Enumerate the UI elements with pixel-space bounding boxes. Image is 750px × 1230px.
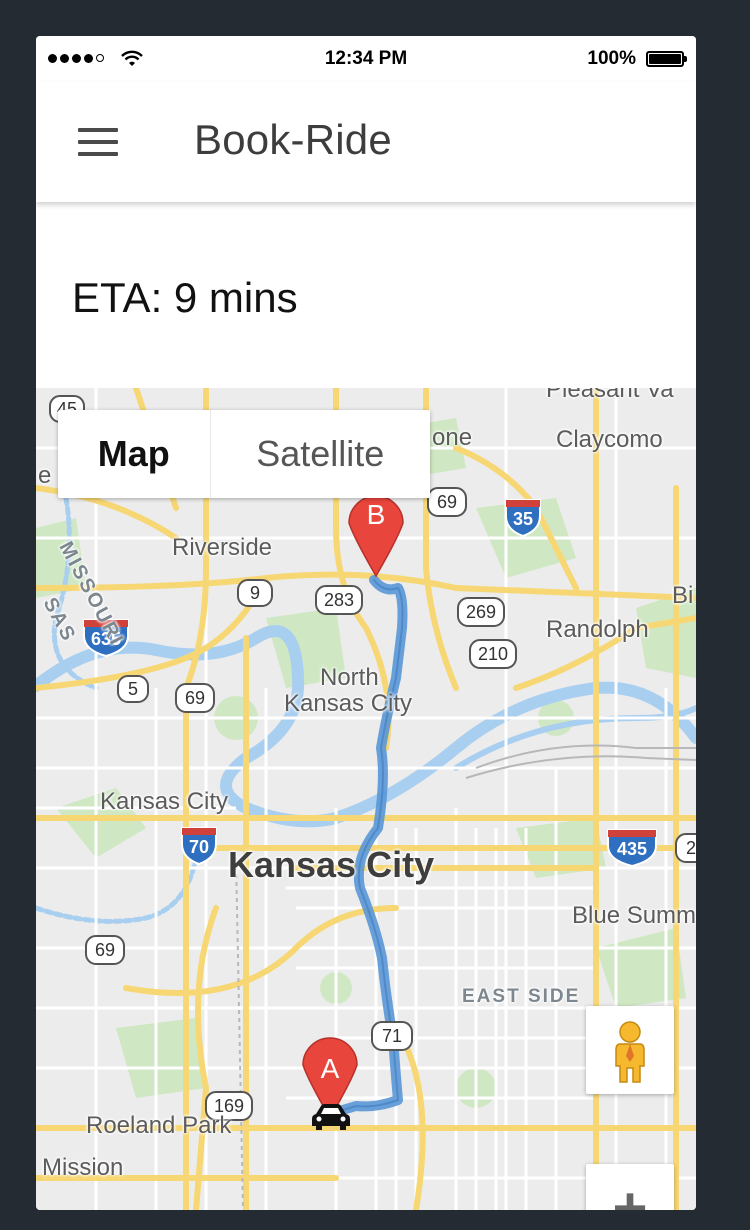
status-bar: 12:34 PM 100%: [36, 36, 696, 82]
place-label-north-kc-line1: North: [320, 664, 379, 691]
shield-5: 5: [128, 679, 138, 699]
shield-us71: 71: [382, 1026, 402, 1046]
app-title: Book-Ride: [194, 116, 392, 163]
shield-us69-low: 69: [95, 940, 115, 960]
shield-269: 269: [466, 602, 496, 622]
place-label-bi: Bi: [672, 582, 694, 609]
place-label-roeland-park: Roeland Park: [86, 1112, 232, 1139]
zoom-in-button[interactable]: +: [586, 1164, 674, 1210]
shield-i70: 70: [189, 837, 209, 857]
battery-percentage: 100%: [587, 48, 636, 69]
eta-text: ETA: 9 mins: [72, 274, 298, 321]
phone-screen: 12:34 PM 100% Book-Ride ETA: 9 mins 45 6…: [36, 36, 696, 1210]
shield-i35: 35: [513, 509, 533, 529]
place-label-kansas-city: Kansas City: [228, 844, 435, 885]
street-view-button[interactable]: [586, 1006, 674, 1094]
place-label-riverside: Riverside: [172, 534, 273, 561]
place-label-pleasant-valley: Pleasant Va: [546, 388, 674, 403]
place-label-mission: Mission: [42, 1154, 124, 1181]
satellite-tab[interactable]: Satellite: [209, 410, 430, 498]
hamburger-menu-icon[interactable]: [78, 128, 118, 158]
place-label-blue-summit: Blue Summ: [572, 902, 696, 929]
map-type-control: Map Satellite: [58, 410, 430, 498]
pegman-icon: [615, 1021, 645, 1083]
place-label-e: e: [38, 462, 52, 489]
destination-marker[interactable]: B: [348, 495, 404, 578]
shield-210: 210: [478, 644, 508, 664]
plus-icon: +: [612, 1175, 648, 1210]
shield-us69-top: 69: [437, 492, 457, 512]
place-label-one: one: [432, 424, 473, 451]
place-label-east-side: EAST SIDE: [462, 986, 581, 1007]
destination-marker-label: B: [367, 499, 386, 530]
shield-edge-2: 2: [686, 838, 696, 858]
shield-i435: 435: [617, 839, 647, 859]
shield-us69-mid: 69: [185, 688, 205, 708]
place-label-north-kc-line2: Kansas City: [284, 690, 413, 717]
map-tab[interactable]: Map: [58, 410, 210, 498]
place-label-kansas-city-ks: Kansas City: [100, 788, 229, 815]
place-label-claycomo: Claycomo: [556, 426, 663, 453]
shield-283: 283: [324, 590, 354, 610]
start-marker-label: A: [321, 1053, 340, 1084]
app-bar: Book-Ride: [36, 82, 696, 202]
shield-9: 9: [250, 583, 260, 603]
place-label-randolph: Randolph: [546, 616, 649, 643]
battery-icon: [646, 51, 687, 67]
map-view[interactable]: 45 69 35 9 283 269 210 635 5 69 70 435 6…: [36, 388, 696, 1210]
